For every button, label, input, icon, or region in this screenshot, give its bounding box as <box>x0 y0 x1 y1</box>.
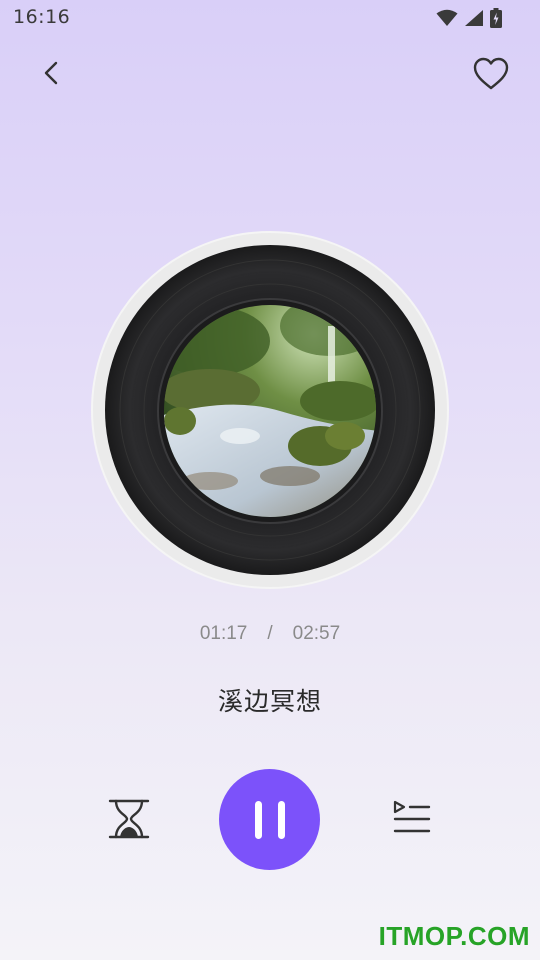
status-time: 16:16 <box>13 6 71 28</box>
hourglass-icon <box>108 799 150 839</box>
heart-outline-icon <box>473 57 509 90</box>
sleep-timer-button[interactable] <box>106 796 152 842</box>
track-title: 溪边冥想 <box>217 687 322 716</box>
total-time: 02:57 <box>292 623 341 644</box>
play-pause-button[interactable] <box>219 769 320 870</box>
current-time: 01:17 <box>199 623 248 644</box>
back-button[interactable] <box>36 56 68 90</box>
time-row: 01:17 / 02:57 <box>0 623 540 645</box>
status-icons <box>436 8 502 28</box>
time-separator: / <box>267 623 273 644</box>
playlist-icon <box>393 800 431 833</box>
status-bar: 16:16 <box>0 0 540 36</box>
favorite-button[interactable] <box>470 55 512 93</box>
signal-icon <box>465 10 483 26</box>
playlist-button[interactable] <box>388 798 434 840</box>
chevron-left-icon <box>44 61 58 85</box>
vinyl-disc <box>90 231 450 589</box>
wifi-icon <box>436 9 458 26</box>
battery-charging-icon <box>490 8 502 28</box>
pause-icon <box>247 800 293 839</box>
watermark: ITMOP.COM <box>378 921 530 951</box>
